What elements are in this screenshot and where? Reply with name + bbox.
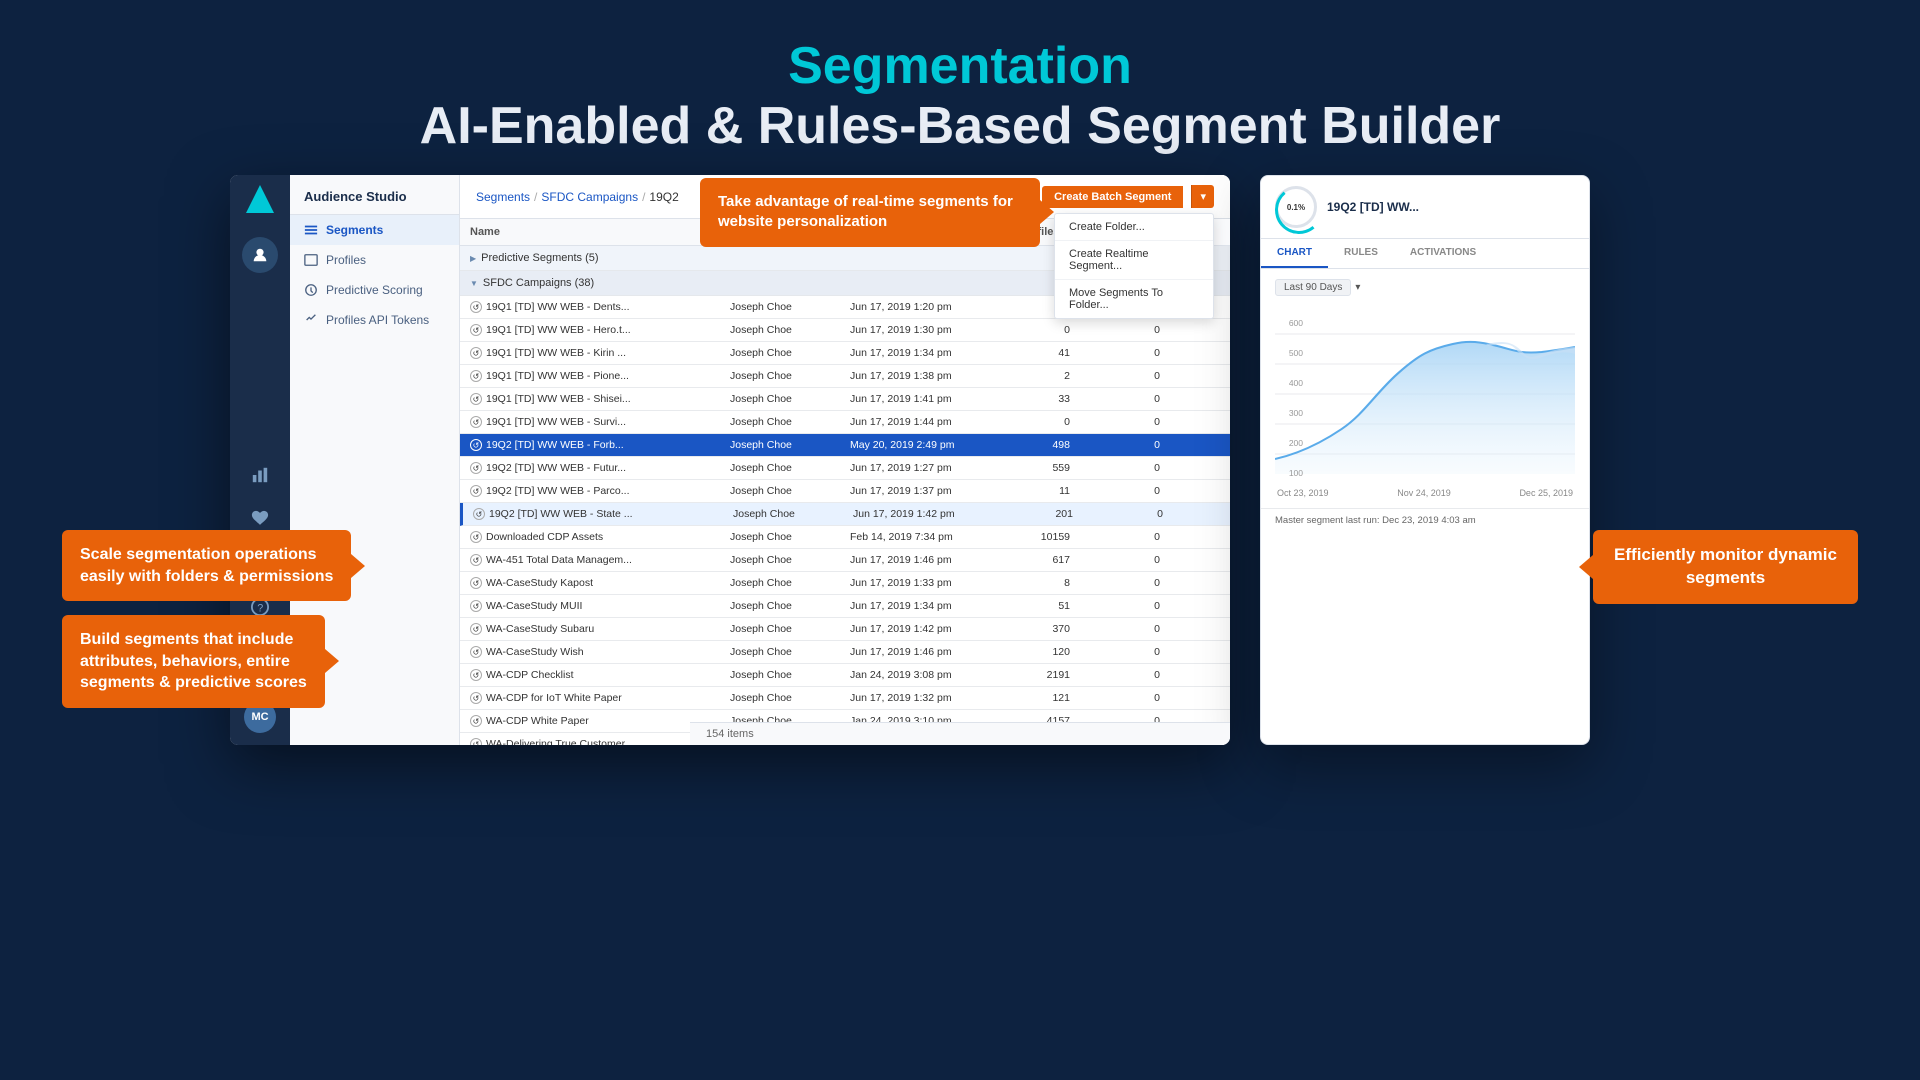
chart-filter-button[interactable]: Last 90 Days — [1275, 279, 1351, 296]
sidebar-icon-chart[interactable] — [242, 457, 278, 493]
panel-title: 19Q2 [TD] WW... — [1327, 200, 1419, 214]
segment-refresh-icon: ↺ — [470, 692, 482, 704]
page-header: Segmentation AI-Enabled & Rules-Based Se… — [0, 0, 1920, 186]
title-colored: Segmentation — [0, 38, 1920, 95]
col-name: Name — [460, 219, 720, 245]
segment-refresh-icon: ↺ — [470, 600, 482, 612]
chart-filter: Last 90 Days ▾ — [1275, 279, 1575, 296]
table-row[interactable]: ↺ 19Q1 [TD] WW WEB - Hero.t... Joseph Ch… — [460, 319, 1230, 342]
callout-monitor: Efficiently monitor dynamic segments — [1593, 530, 1858, 604]
segment-refresh-icon: ↺ — [470, 393, 482, 405]
app-logo — [246, 185, 274, 213]
segment-refresh-icon: ↺ — [473, 508, 485, 520]
table-row[interactable]: ↺ 19Q1 [TD] WW WEB - Shisei... Joseph Ch… — [460, 388, 1230, 411]
tab-rules[interactable]: RULES — [1328, 239, 1394, 268]
table-row[interactable]: ↺ WA-CaseStudy Kapost Joseph Choe Jun 17… — [460, 572, 1230, 595]
dropdown-move-segments[interactable]: Move Segments To Folder... — [1055, 280, 1213, 318]
segment-refresh-icon: ↺ — [470, 577, 482, 589]
svg-text:?: ? — [257, 603, 263, 615]
segment-refresh-icon: ↺ — [470, 485, 482, 497]
segment-refresh-icon: ↺ — [470, 462, 482, 474]
table-row[interactable]: ↺ 19Q1 [TD] WW WEB - Kirin ... Joseph Ch… — [460, 342, 1230, 365]
table-row[interactable]: ↺ 19Q2 [TD] WW WEB - Futur... Joseph Cho… — [460, 457, 1230, 480]
segment-refresh-icon: ↺ — [470, 738, 482, 745]
title-main: AI-Enabled & Rules-Based Segment Builder — [0, 95, 1920, 157]
create-dropdown-menu: Create Folder... Create Realtime Segment… — [1054, 213, 1214, 319]
dropdown-create-folder[interactable]: Create Folder... — [1055, 214, 1213, 241]
chart-svg — [1275, 304, 1575, 484]
segment-refresh-icon: ↺ — [470, 715, 482, 727]
segment-refresh-icon: ↺ — [470, 301, 482, 313]
panel-tabs: CHART RULES ACTIVATIONS — [1261, 239, 1589, 269]
table-row[interactable]: ↺ 19Q2 [TD] WW WEB - State ... Joseph Ch… — [460, 503, 1230, 526]
tab-activations[interactable]: ACTIVATIONS — [1394, 239, 1492, 268]
master-segment-note: Master segment last run: Dec 23, 2019 4:… — [1261, 508, 1589, 532]
breadcrumb-segments[interactable]: Segments — [476, 190, 530, 204]
segment-refresh-icon: ↺ — [470, 646, 482, 658]
create-batch-dropdown-button[interactable]: ▾ — [1191, 185, 1214, 208]
table-row[interactable]: ↺ WA-CDP for IoT White Paper Joseph Choe… — [460, 687, 1230, 710]
main-content: Segments / SFDC Campaigns / 19Q2 Create … — [460, 175, 1230, 745]
table-row[interactable]: ↺ WA-CaseStudy MUII Joseph Choe Jun 17, … — [460, 595, 1230, 618]
segment-refresh-icon: ↺ — [470, 623, 482, 635]
table-row[interactable]: ↺ WA-451 Total Data Managem... Joseph Ch… — [460, 549, 1230, 572]
left-nav-segments[interactable]: Segments — [290, 215, 459, 245]
dropdown-create-realtime[interactable]: Create Realtime Segment... — [1055, 241, 1213, 280]
top-bar-right: Create Batch Segment ▾ — [1042, 185, 1214, 208]
screenshot-container: ? MC Audience Studio Segments Profiles P… — [230, 175, 1230, 745]
segment-refresh-icon: ↺ — [470, 416, 482, 428]
right-panel-header: 0.1% 19Q2 [TD] WW... — [1261, 176, 1589, 239]
breadcrumb-sfdc[interactable]: SFDC Campaigns — [541, 190, 638, 204]
table-row[interactable]: ↺ WA-CaseStudy Wish Joseph Choe Jun 17, … — [460, 641, 1230, 664]
table-row[interactable]: ↺ Downloaded CDP Assets Joseph Choe Feb … — [460, 526, 1230, 549]
segment-refresh-icon: ↺ — [470, 531, 482, 543]
callout-folders: Scale segmentation operationseasily with… — [62, 530, 351, 601]
table-row[interactable]: ↺ 19Q2 [TD] WW WEB - Parco... Joseph Cho… — [460, 480, 1230, 503]
right-panel: 0.1% 19Q2 [TD] WW... CHART RULES ACTIVAT… — [1260, 175, 1590, 745]
table-footer: 154 items — [690, 722, 1230, 745]
left-nav-profiles[interactable]: Profiles — [290, 245, 459, 275]
table-rows: ↺ 19Q1 [TD] WW WEB - Dents... Joseph Cho… — [460, 296, 1230, 745]
y-axis-labels: 600 500 400 300 200 100 — [1275, 318, 1303, 478]
breadcrumb-current: 19Q2 — [649, 190, 678, 204]
segment-refresh-icon: ↺ — [470, 347, 482, 359]
segment-refresh-icon: ↺ — [470, 439, 482, 451]
segment-refresh-icon: ↺ — [470, 370, 482, 382]
chart-area: Last 90 Days ▾ 600 500 400 300 200 100 — [1261, 269, 1589, 508]
chart-x-labels: Oct 23, 2019 Nov 24, 2019 Dec 25, 2019 — [1275, 488, 1575, 498]
segment-refresh-icon: ↺ — [470, 554, 482, 566]
left-nav-header: Audience Studio — [290, 175, 459, 215]
callout-personalization: Take advantage of real-time segments for… — [700, 178, 1040, 247]
table-row[interactable]: ↺ 19Q1 [TD] WW WEB - Pione... Joseph Cho… — [460, 365, 1230, 388]
segment-refresh-icon: ↺ — [470, 324, 482, 336]
callout-attributes: Build segments that includeattributes, b… — [62, 615, 325, 708]
segment-circle: 0.1% — [1275, 186, 1317, 228]
left-nav-profiles-api[interactable]: Profiles API Tokens — [290, 305, 459, 335]
table-row[interactable]: ↺ 19Q1 [TD] WW WEB - Survi... Joseph Cho… — [460, 411, 1230, 434]
left-nav-predictive-scoring[interactable]: Predictive Scoring — [290, 275, 459, 305]
create-batch-button[interactable]: Create Batch Segment — [1042, 186, 1183, 208]
sidebar-icon-user[interactable] — [242, 237, 278, 273]
tab-chart[interactable]: CHART — [1261, 239, 1328, 268]
breadcrumb: Segments / SFDC Campaigns / 19Q2 — [476, 190, 679, 204]
table-row[interactable]: ↺ 19Q2 [TD] WW WEB - Forb... Joseph Choe… — [460, 434, 1230, 457]
segment-refresh-icon: ↺ — [470, 669, 482, 681]
table-row[interactable]: ↺ WA-CDP Checklist Joseph Choe Jan 24, 2… — [460, 664, 1230, 687]
table-row[interactable]: ↺ WA-CaseStudy Subaru Joseph Choe Jun 17… — [460, 618, 1230, 641]
